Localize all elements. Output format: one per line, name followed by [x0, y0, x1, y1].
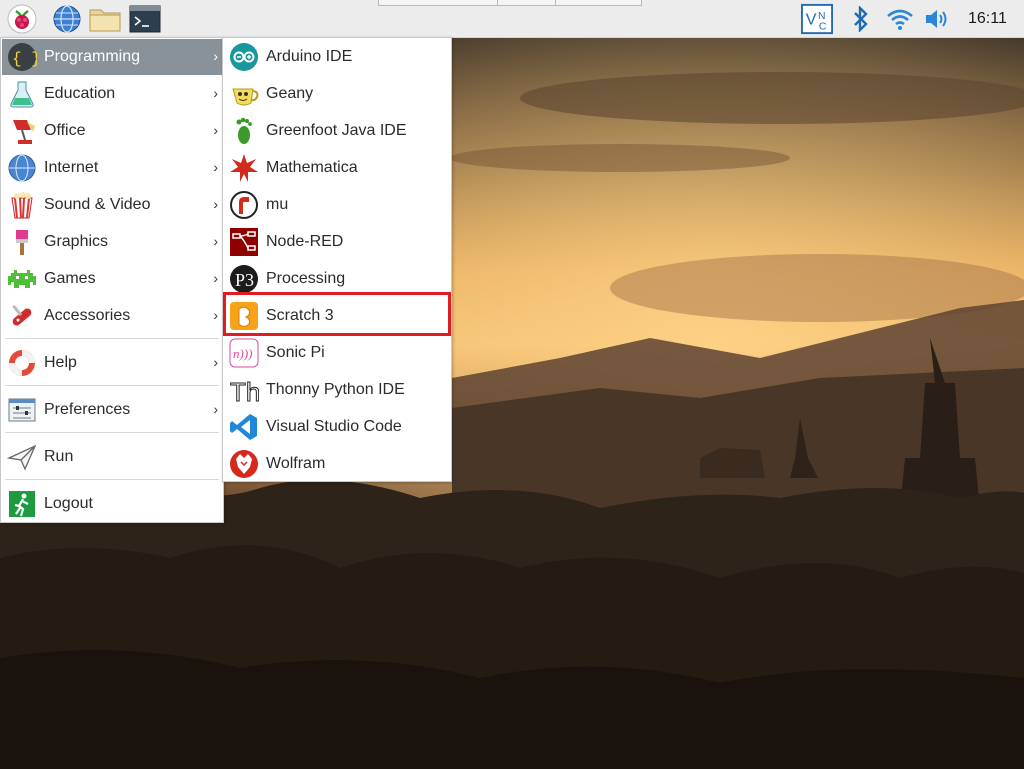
- submenu-item-mathematica[interactable]: Mathematica: [224, 150, 450, 186]
- submenu-item-wolfram[interactable]: Wolfram: [224, 446, 450, 482]
- chevron-right-icon: ›: [213, 270, 218, 286]
- help-icon: [6, 347, 38, 379]
- menu-item-preferences[interactable]: Preferences ›: [2, 392, 222, 428]
- programming-submenu: Arduino IDE Geany Greenfoot Java IDE Mat…: [222, 37, 452, 482]
- svg-text:P3: P3: [235, 270, 254, 290]
- greenfoot-icon: [228, 115, 260, 147]
- menu-item-sound-video[interactable]: Sound & Video ›: [2, 187, 222, 223]
- chevron-right-icon: ›: [213, 85, 218, 101]
- menu-separator: [5, 385, 219, 386]
- vnc-icon[interactable]: V N C: [801, 3, 833, 35]
- menu-item-graphics[interactable]: Graphics ›: [2, 224, 222, 260]
- menu-item-logout[interactable]: Logout: [2, 486, 222, 522]
- chevron-right-icon: ›: [213, 233, 218, 249]
- svg-text:N: N: [818, 11, 825, 22]
- menu-item-office[interactable]: Office ›: [2, 113, 222, 149]
- mu-icon: [228, 189, 260, 221]
- chevron-right-icon: ›: [213, 401, 218, 417]
- internet-icon: [6, 152, 38, 184]
- menu-separator: [5, 432, 219, 433]
- globe-browser-icon[interactable]: [51, 3, 83, 35]
- submenu-item-geany[interactable]: Geany: [224, 76, 450, 112]
- arduino-icon: [228, 41, 260, 73]
- submenu-item-greenfoot-java-ide[interactable]: Greenfoot Java IDE: [224, 113, 450, 149]
- top-panel: V N C 16:11: [0, 0, 1024, 38]
- submenu-item-sonic-pi[interactable]: n))) Sonic Pi: [224, 335, 450, 371]
- chevron-right-icon: ›: [213, 307, 218, 323]
- chevron-right-icon: ›: [213, 159, 218, 175]
- submenu-item-visual-studio-code[interactable]: Visual Studio Code: [224, 409, 450, 445]
- submenu-item-processing[interactable]: P3 Processing: [224, 261, 450, 297]
- mathematica-icon: [228, 152, 260, 184]
- logout-icon: [6, 488, 38, 520]
- main-menu: { } Programming › Education › Office › I…: [0, 37, 224, 523]
- scratch-icon: [228, 300, 260, 332]
- programming-icon: { }: [6, 41, 38, 73]
- menu-item-internet[interactable]: Internet ›: [2, 150, 222, 186]
- office-icon: [6, 115, 38, 147]
- menu-item-run[interactable]: Run: [2, 439, 222, 475]
- sound-video-icon: [6, 189, 38, 221]
- submenu-item-mu[interactable]: mu: [224, 187, 450, 223]
- submenu-item-arduino-ide[interactable]: Arduino IDE: [224, 39, 450, 75]
- wifi-icon[interactable]: [884, 3, 916, 35]
- terminal-icon[interactable]: [129, 3, 161, 35]
- preferences-icon: [6, 394, 38, 426]
- svg-text:{ }: { }: [12, 50, 37, 68]
- submenu-item-node-red[interactable]: Node-RED: [224, 224, 450, 260]
- clock[interactable]: 16:11: [968, 10, 1007, 28]
- menu-separator: [5, 479, 219, 480]
- games-icon: [6, 263, 38, 295]
- sonic-pi-icon: n))): [228, 337, 260, 369]
- graphics-icon: [6, 226, 38, 258]
- processing-icon: P3: [228, 263, 260, 295]
- accessories-icon: [6, 300, 38, 332]
- menu-separator: [5, 338, 219, 339]
- wolfram-icon: [228, 448, 260, 480]
- chevron-right-icon: ›: [213, 196, 218, 212]
- svg-text:n))): n))): [233, 346, 253, 361]
- chevron-right-icon: ›: [213, 354, 218, 370]
- folder-icon[interactable]: [89, 3, 121, 35]
- vscode-icon: [228, 411, 260, 443]
- chevron-right-icon: ›: [213, 122, 218, 138]
- svg-text:Th: Th: [230, 377, 259, 405]
- run-icon: [6, 441, 38, 473]
- education-icon: [6, 78, 38, 110]
- menu-item-education[interactable]: Education ›: [2, 76, 222, 112]
- svg-text:V: V: [806, 12, 817, 29]
- menu-item-accessories[interactable]: Accessories ›: [2, 298, 222, 334]
- submenu-item-scratch-3[interactable]: Scratch 3: [224, 298, 450, 334]
- chevron-right-icon: ›: [213, 48, 218, 64]
- raspberry-pi-menu-icon[interactable]: [6, 3, 38, 35]
- volume-icon[interactable]: [922, 3, 954, 35]
- geany-icon: [228, 78, 260, 110]
- bluetooth-icon[interactable]: [845, 3, 877, 35]
- window-list[interactable]: [378, 0, 642, 6]
- submenu-item-thonny-python-ide[interactable]: Th Thonny Python IDE: [224, 372, 450, 408]
- thonny-icon: Th: [228, 374, 260, 406]
- menu-item-programming[interactable]: { } Programming ›: [2, 39, 222, 75]
- menu-item-games[interactable]: Games ›: [2, 261, 222, 297]
- node-red-icon: [228, 226, 260, 258]
- menu-item-help[interactable]: Help ›: [2, 345, 222, 381]
- svg-text:C: C: [819, 21, 827, 32]
